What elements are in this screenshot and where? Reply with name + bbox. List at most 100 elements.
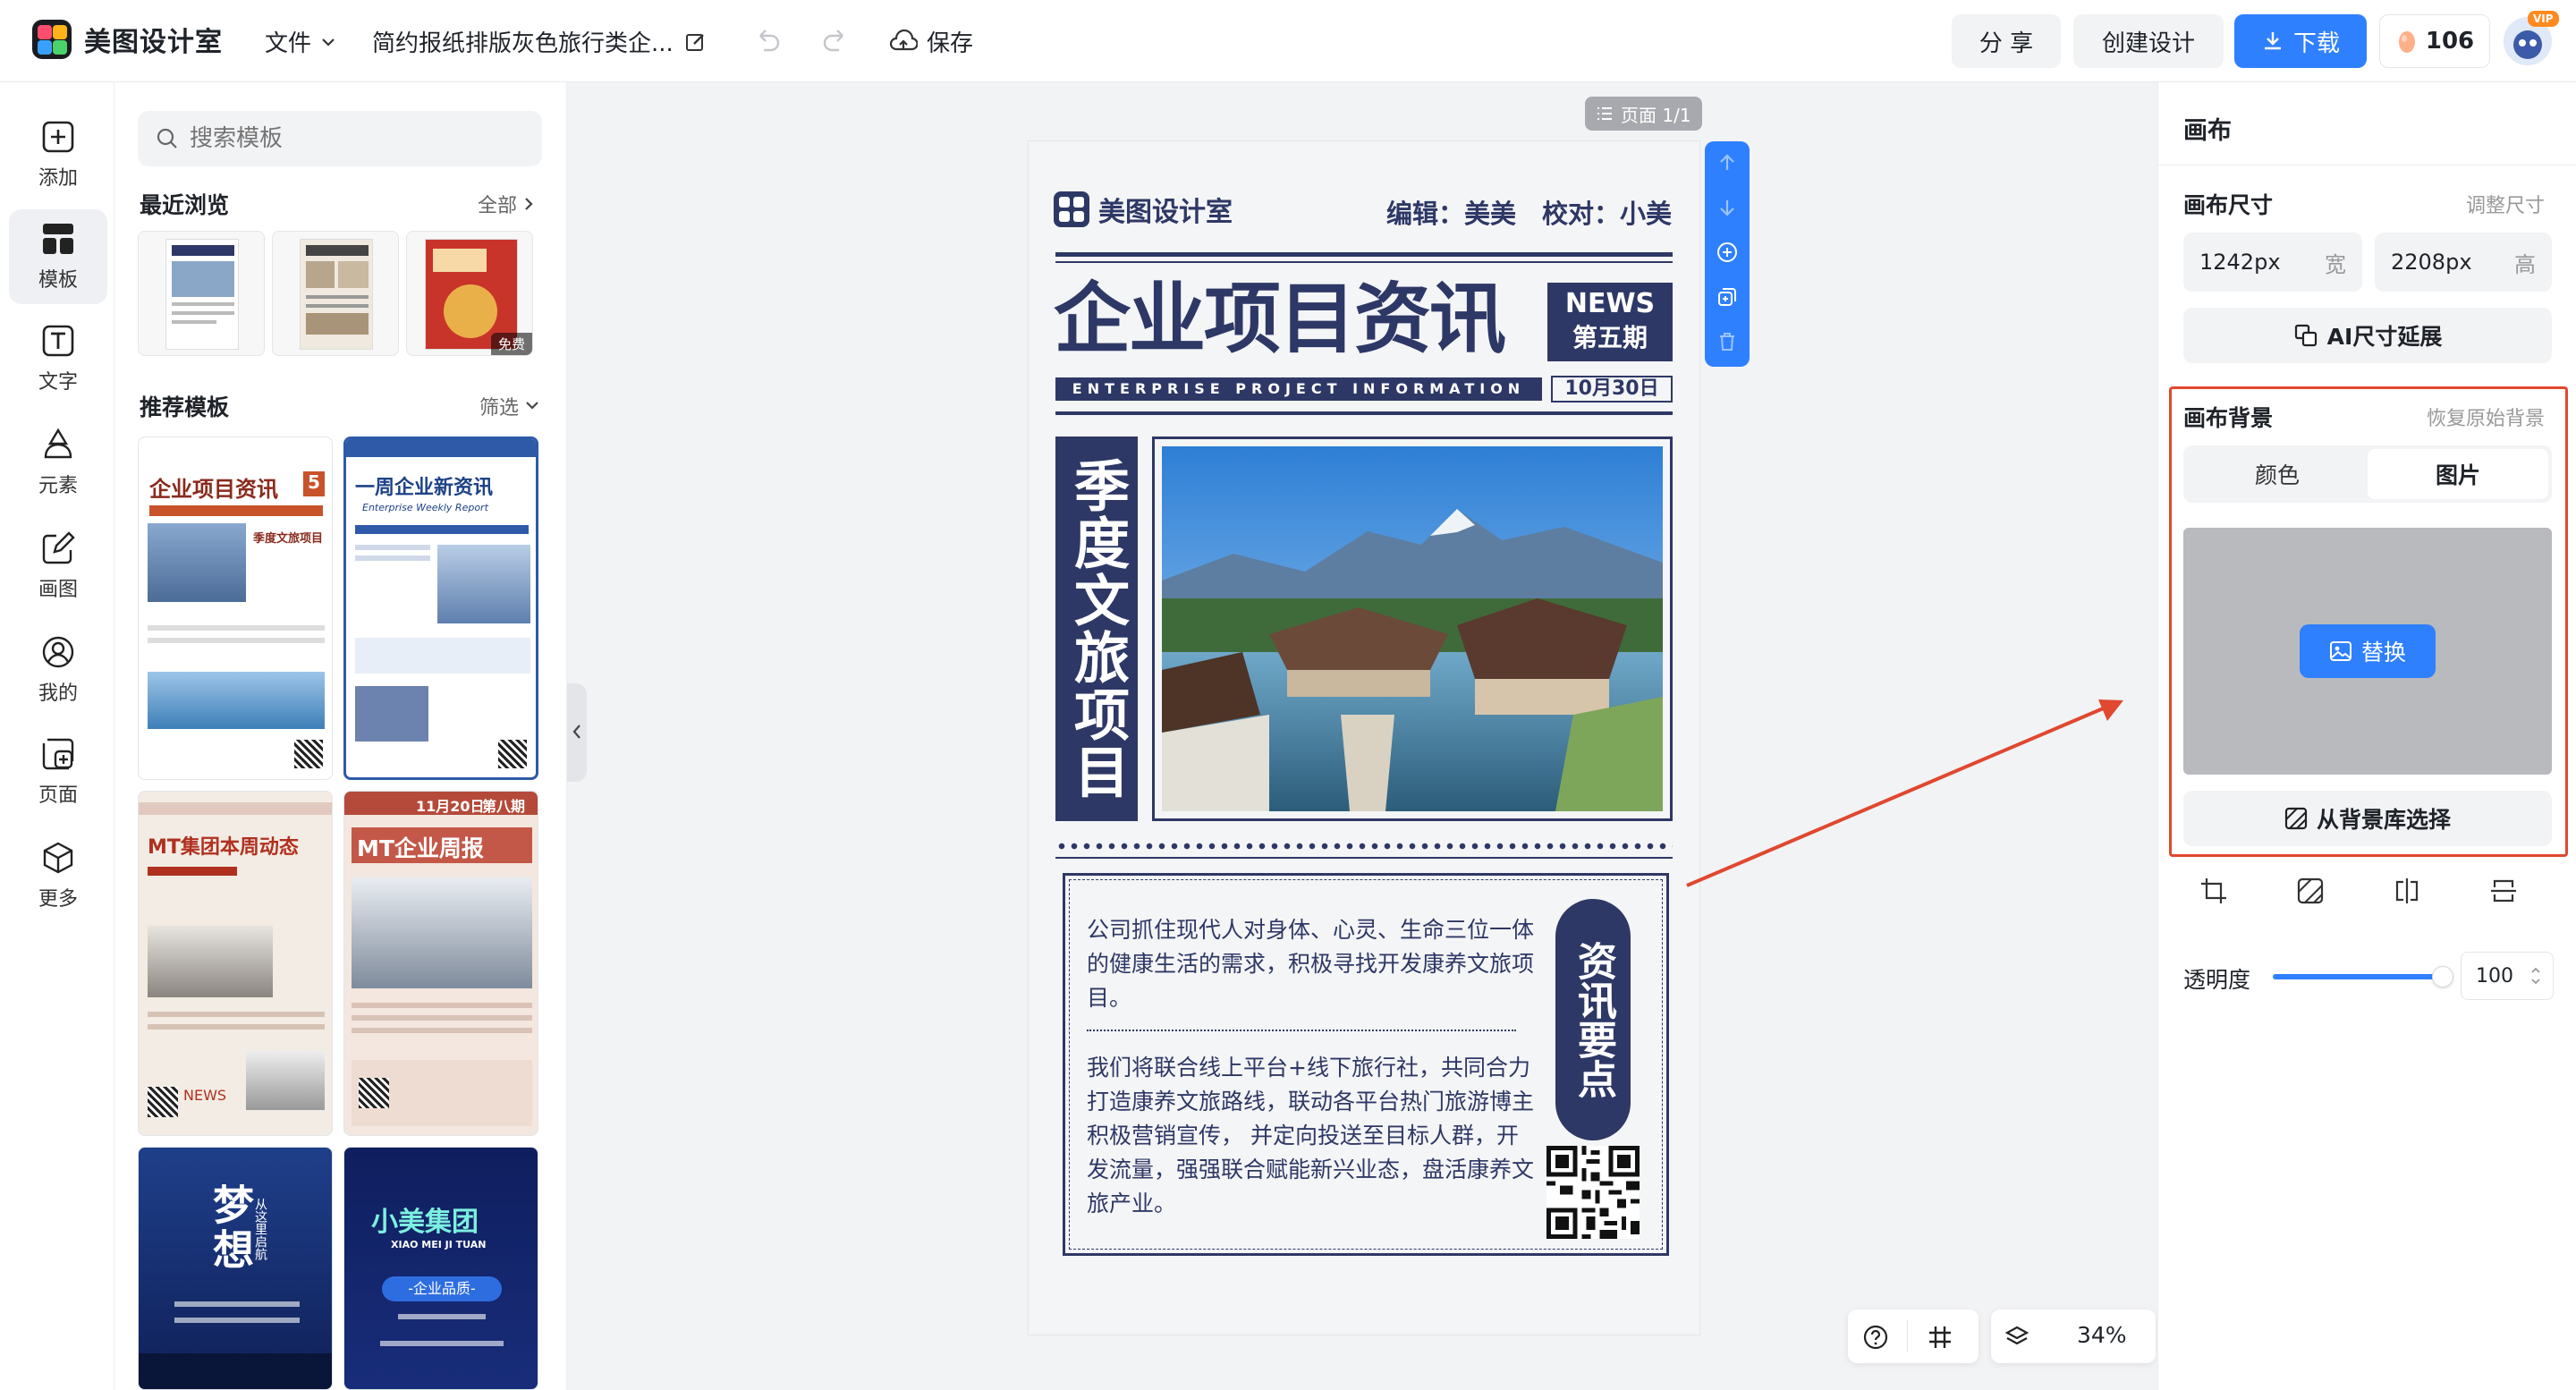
arrow-down-icon[interactable] bbox=[1716, 197, 1738, 218]
card-title: 一周企业新资讯 bbox=[355, 477, 494, 499]
rail-item-text[interactable]: 文字 bbox=[9, 311, 107, 406]
ai-expand-button[interactable]: AI尺寸延展 bbox=[2183, 308, 2552, 363]
duplicate-page-icon[interactable] bbox=[1716, 286, 1738, 308]
poster-dotted-divider bbox=[1055, 843, 1673, 850]
poster-side-title: 资讯要点 bbox=[1571, 941, 1616, 1098]
rail-label: 元素 bbox=[38, 475, 78, 497]
recent-thumb[interactable]: 免费 bbox=[406, 231, 533, 356]
poster-headline: 企业项目资讯 bbox=[1054, 275, 1506, 364]
poster-article-box: 公司抓住现代人对身体、心灵、生命三位一体的健康生活的需求，积极寻找开发康养文旅项… bbox=[1063, 873, 1669, 1256]
recent-thumb[interactable] bbox=[272, 231, 399, 356]
page-indicator[interactable]: 页面 1/1 bbox=[1585, 97, 1702, 131]
rail-item-elements[interactable]: 元素 bbox=[9, 415, 107, 510]
arrow-up-icon[interactable] bbox=[1716, 152, 1738, 174]
plus-square-icon bbox=[42, 121, 74, 153]
credits-count: 106 bbox=[2425, 28, 2475, 55]
template-card[interactable]: 梦想 从这里启航 bbox=[138, 1147, 333, 1390]
tab-color[interactable]: 颜色 bbox=[2187, 449, 2368, 499]
app-logo[interactable]: 美图设计室 bbox=[32, 20, 223, 59]
replace-button[interactable]: 替换 bbox=[2300, 624, 2436, 678]
opacity-input[interactable]: 100 bbox=[2461, 952, 2554, 1000]
scenic-photo bbox=[1162, 446, 1663, 811]
redo-icon[interactable] bbox=[821, 27, 850, 54]
rail-item-pages[interactable]: 页面 bbox=[9, 725, 107, 819]
poster-page[interactable]: 美图设计室 编辑：美美 校对：小美 企业项目资讯 NEWS 第五期 ENTERP… bbox=[1029, 141, 1699, 1335]
template-card[interactable]: 11月20日 第八期 MT企业周报 bbox=[343, 791, 538, 1136]
page-toolbar bbox=[1705, 141, 1750, 367]
poster-side-title-box: 资讯要点 bbox=[1555, 899, 1631, 1140]
card-sub: XIAO MEI JI TUAN bbox=[391, 1239, 487, 1250]
texture-icon bbox=[2284, 807, 2308, 830]
zoom-level[interactable]: 34% bbox=[2077, 1322, 2127, 1348]
rail-item-mine[interactable]: 我的 bbox=[9, 623, 107, 717]
template-card[interactable]: 一周企业新资讯 Enterprise Weekly Report bbox=[343, 436, 538, 780]
stepper-icon[interactable] bbox=[2529, 964, 2542, 987]
template-card[interactable]: MT集团本周动态 NEWS bbox=[138, 791, 333, 1136]
bg-image-preview: 替换 bbox=[2183, 528, 2552, 775]
width-value: 1242px bbox=[2199, 250, 2281, 275]
restore-bg-link[interactable]: 恢复原始背景 bbox=[2427, 403, 2545, 431]
share-button[interactable]: 分 享 bbox=[1952, 14, 2061, 68]
card-issue: 5 bbox=[303, 471, 325, 496]
properties-panel: 画布 画布尺寸 调整尺寸 1242px 宽 2208px 高 AI尺寸延展 画布… bbox=[2157, 82, 2576, 1390]
poster-news-box: NEWS 第五期 bbox=[1547, 283, 1673, 361]
save-label: 保存 bbox=[927, 30, 974, 57]
grid-icon[interactable] bbox=[1927, 1324, 1953, 1351]
poster-editor-line: 编辑：美美 校对：小美 bbox=[1386, 199, 1673, 229]
add-page-icon[interactable] bbox=[1716, 242, 1738, 263]
card-sub: 季度文旅项目 bbox=[253, 532, 324, 546]
undo-icon[interactable] bbox=[753, 27, 782, 54]
poster-photo-frame bbox=[1152, 436, 1673, 821]
card-title: MT企业周报 bbox=[352, 827, 532, 863]
poster-issue: 第五期 bbox=[1572, 323, 1648, 352]
filter-icon[interactable] bbox=[2296, 877, 2325, 905]
help-icon[interactable] bbox=[1862, 1324, 1889, 1351]
list-icon bbox=[1597, 107, 1612, 120]
save-button[interactable]: 保存 bbox=[889, 25, 973, 58]
canvas-area: 页面 1/1 美图设计室 编辑：美美 校对：小美 企业项目资讯 NEWS 第五期… bbox=[567, 82, 2157, 1390]
template-card[interactable]: 企业项目资讯 5 季度文旅项目 bbox=[138, 436, 333, 780]
delete-page-icon[interactable] bbox=[1716, 331, 1738, 352]
bean-icon bbox=[2398, 31, 2415, 53]
help-grid-group bbox=[1848, 1309, 1979, 1363]
card-title: 企业项目资讯 bbox=[149, 477, 278, 502]
canvas-bg-title: 画布背景 bbox=[2183, 405, 2274, 431]
flip-horizontal-icon[interactable] bbox=[2393, 877, 2421, 905]
download-button[interactable]: 下载 bbox=[2234, 14, 2367, 68]
opacity-slider[interactable] bbox=[2273, 966, 2453, 987]
recent-all-link[interactable]: 全部 bbox=[478, 190, 535, 218]
crop-icon[interactable] bbox=[2199, 877, 2228, 905]
tab-image[interactable]: 图片 bbox=[2368, 449, 2548, 499]
search-input[interactable] bbox=[190, 125, 512, 152]
shapes-icon bbox=[44, 428, 72, 459]
credits-badge[interactable]: 106 bbox=[2379, 14, 2490, 68]
text-icon bbox=[42, 325, 74, 357]
poster-date: 10月30日 bbox=[1551, 376, 1673, 403]
collapse-panel-handle[interactable] bbox=[567, 683, 587, 782]
filter-button[interactable]: 筛选 bbox=[479, 392, 540, 420]
rail-item-templates[interactable]: 模板 bbox=[9, 209, 107, 304]
card-sub: Enterprise Weekly Report bbox=[362, 502, 488, 513]
zoom-group: 34% bbox=[1991, 1309, 2156, 1363]
bg-library-button[interactable]: 从背景库选择 bbox=[2183, 791, 2552, 846]
opacity-knob[interactable] bbox=[2432, 966, 2453, 987]
create-design-button[interactable]: 创建设计 bbox=[2073, 14, 2224, 68]
file-menu-label: 文件 bbox=[265, 30, 312, 57]
layers-icon[interactable] bbox=[2004, 1324, 2030, 1351]
flip-vertical-icon[interactable] bbox=[2489, 877, 2518, 905]
recent-thumb[interactable] bbox=[138, 231, 265, 356]
resize-link[interactable]: 调整尺寸 bbox=[2466, 190, 2545, 218]
bg-library-label: 从背景库选择 bbox=[2316, 807, 2451, 833]
file-menu[interactable]: 文件 bbox=[265, 25, 336, 58]
rail-item-add[interactable]: 添加 bbox=[9, 107, 107, 202]
filter-label: 筛选 bbox=[479, 397, 520, 420]
rail-item-draw[interactable]: 画图 bbox=[9, 519, 107, 614]
doc-title[interactable]: 简约报纸排版灰色旅行类企... bbox=[372, 25, 708, 58]
height-field[interactable]: 2208px 高 bbox=[2375, 233, 2552, 292]
avatar[interactable]: VIP bbox=[2501, 11, 2559, 66]
width-field[interactable]: 1242px 宽 bbox=[2183, 233, 2362, 292]
template-search[interactable] bbox=[138, 111, 542, 166]
rail-item-more[interactable]: 更多 bbox=[9, 828, 107, 923]
template-card[interactable]: 小美集团 XIAO MEI JI TUAN -企业品质- bbox=[343, 1147, 538, 1390]
image-icon bbox=[2329, 641, 2351, 661]
